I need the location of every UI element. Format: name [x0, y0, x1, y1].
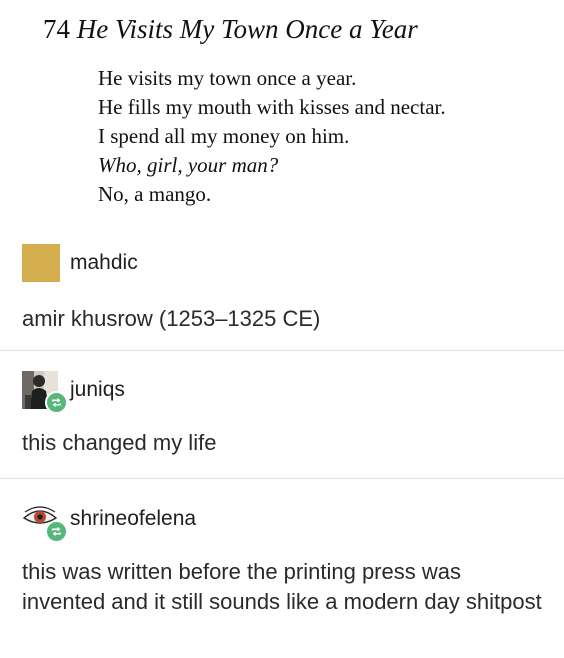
poem-excerpt: 74 He Visits My Town Once a Year He visi… [0, 0, 564, 230]
reblog-badge [45, 391, 68, 414]
reblog-header: shrineofelena [22, 500, 196, 543]
post-text: this changed my life [22, 430, 217, 455]
username-link[interactable]: mahdic [70, 251, 138, 275]
username-link[interactable]: juniqs [70, 378, 125, 402]
avatar[interactable] [22, 244, 60, 282]
reblog-entry: shrineofelena this was written before th… [0, 500, 564, 658]
avatar[interactable] [22, 500, 68, 543]
reblog-icon [52, 527, 61, 536]
username-link[interactable]: shrineofelena [70, 507, 196, 531]
reblog-badge [45, 520, 68, 543]
reblog-icon [52, 398, 61, 407]
reblog-entry: mahdic amir khusrow (1253–1325 CE) [0, 244, 564, 344]
poem-line: No, a mango. [98, 182, 212, 206]
poem-title-text: He Visits My Town Once a Year [76, 14, 418, 44]
square-avatar [22, 244, 60, 282]
poem-number: 74 [43, 14, 70, 44]
reblog-header: mahdic [22, 244, 138, 282]
reblog-header: juniqs [22, 371, 125, 414]
divider [0, 478, 564, 479]
poem-title: 74 He Visits My Town Once a Year [43, 14, 418, 45]
post-text: this was written before the printing pre… [22, 559, 542, 614]
avatar[interactable] [22, 371, 68, 414]
reblog-entry: juniqs this changed my life [0, 371, 564, 471]
poem-line: He fills my mouth with kisses and nectar… [98, 95, 446, 119]
post-text: amir khusrow (1253–1325 CE) [22, 306, 321, 331]
poem-lines: He visits my town once a year. He fills … [98, 66, 446, 211]
divider [0, 350, 564, 351]
poem-line: Who, girl, your man? [98, 153, 279, 177]
poem-line: I spend all my money on him. [98, 124, 350, 148]
poem-line: He visits my town once a year. [98, 66, 357, 90]
